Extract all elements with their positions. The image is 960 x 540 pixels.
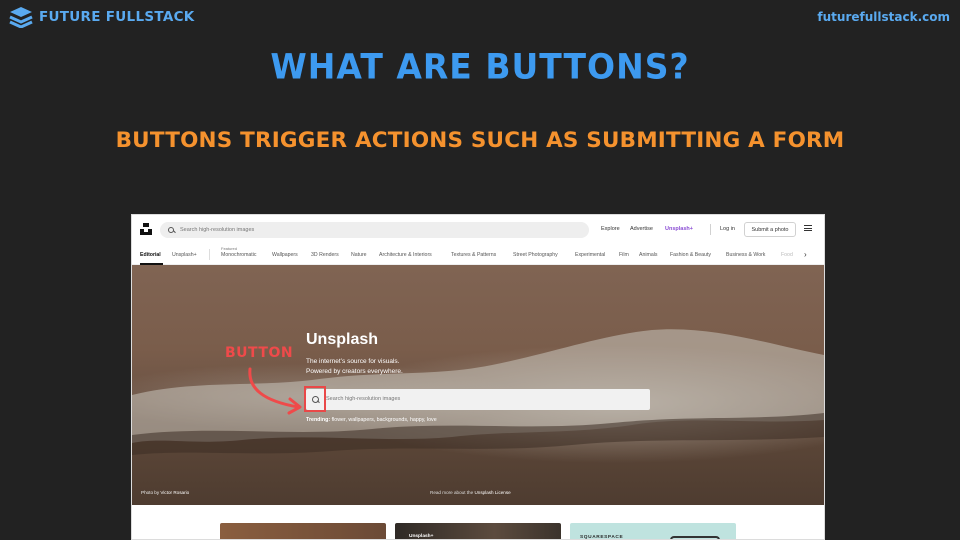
topic-3d-renders[interactable]: 3D Renders xyxy=(311,252,339,258)
photo-card[interactable] xyxy=(220,523,386,539)
photo-credit-name[interactable]: Victor Rosario xyxy=(160,490,189,495)
topic-business[interactable]: Business & Work xyxy=(726,252,765,258)
nav-unsplash-plus[interactable]: Unsplash+ xyxy=(665,226,693,232)
topic-monochromatic[interactable]: Monochromatic xyxy=(221,252,256,258)
topic-divider xyxy=(209,249,210,260)
topic-experimental[interactable]: Experimental xyxy=(575,252,605,258)
photo-credit: Photo by Victor Rosario xyxy=(141,490,189,495)
brand-name: FUTURE FULLSTACK xyxy=(39,9,195,25)
trending-label: Trending: xyxy=(306,417,331,423)
sponsor-label: SQUARESPACE xyxy=(580,535,624,540)
hero-search-input[interactable]: Search high-resolution images xyxy=(306,389,650,410)
license-prefix: Read more about the xyxy=(430,490,474,495)
nav-explore[interactable]: Explore xyxy=(601,226,620,232)
hero-banner: Unsplash The internet’s source for visua… xyxy=(132,265,824,505)
nav-divider xyxy=(710,224,711,235)
photo-credit-prefix: Photo by xyxy=(141,490,160,495)
trending-searches: Trending: flower, wallpapers, background… xyxy=(306,417,437,423)
layers-icon xyxy=(9,7,33,28)
brand-logo: FUTURE FULLSTACK xyxy=(9,6,195,28)
slide-title: WHAT ARE BUTTONS? xyxy=(270,46,690,87)
annotation-label: BUTTON xyxy=(225,345,294,361)
topic-textures[interactable]: Textures & Patterns xyxy=(451,252,496,258)
topic-architecture[interactable]: Architecture & Interiors xyxy=(379,252,432,258)
hero-title: Unsplash xyxy=(306,331,379,348)
annotation-arrow-icon xyxy=(248,367,302,415)
topic-unsplash-plus[interactable]: Unsplash+ xyxy=(172,252,197,258)
topic-animals[interactable]: Animals xyxy=(639,252,657,258)
topic-editorial[interactable]: Editorial xyxy=(140,252,161,258)
topic-bar: Editorial Unsplash+ Featured Monochromat… xyxy=(132,243,824,265)
hero-line-2: Powered by creators everywhere. xyxy=(306,368,403,375)
unsplash-logo-icon[interactable] xyxy=(140,223,152,235)
photo-card-unsplash-plus[interactable]: Unsplash+ xyxy=(395,523,561,539)
chevron-right-icon[interactable]: › xyxy=(804,250,807,259)
menu-icon[interactable] xyxy=(804,225,812,231)
nav-login[interactable]: Log in xyxy=(720,226,735,232)
trending-terms[interactable]: flower, wallpapers, backgrounds, happy, … xyxy=(332,417,437,423)
phone-illustration xyxy=(670,536,720,539)
submit-photo-button[interactable]: Submit a photo xyxy=(744,222,796,237)
hero-line-1: The internet’s source for visuals. xyxy=(306,358,400,365)
license-note: Read more about the Unsplash License xyxy=(430,490,511,495)
hero-description: The internet’s source for visuals. Power… xyxy=(306,357,403,377)
header-search-placeholder: Search high-resolution images xyxy=(180,227,255,233)
license-link[interactable]: Unsplash License xyxy=(474,490,510,495)
topic-street-photography[interactable]: Street Photography xyxy=(513,252,558,258)
top-navbar: Search high-resolution images Explore Ad… xyxy=(132,215,824,243)
site-url: futurefullstack.com xyxy=(817,10,950,24)
topic-nature[interactable]: Nature xyxy=(351,252,367,258)
header-search-input[interactable]: Search high-resolution images xyxy=(160,222,589,238)
unsplash-screenshot: Search high-resolution images Explore Ad… xyxy=(131,214,825,540)
topic-wallpapers[interactable]: Wallpapers xyxy=(272,252,298,258)
search-icon xyxy=(311,395,319,403)
nav-advertise[interactable]: Advertise xyxy=(630,226,653,232)
topic-fashion[interactable]: Fashion & Beauty xyxy=(670,252,711,258)
topic-film[interactable]: Film xyxy=(619,252,629,258)
featured-tag: Featured xyxy=(221,246,238,251)
topic-food[interactable]: Food xyxy=(781,252,793,258)
sponsor-card[interactable]: SQUARESPACE xyxy=(570,523,736,540)
search-icon[interactable] xyxy=(168,226,175,234)
hero-search-placeholder: Search high-resolution images xyxy=(326,396,401,402)
card-label: Unsplash+ xyxy=(409,534,434,539)
slide-subtitle: BUTTONS TRIGGER ACTIONS SUCH AS SUBMITTI… xyxy=(115,128,845,153)
